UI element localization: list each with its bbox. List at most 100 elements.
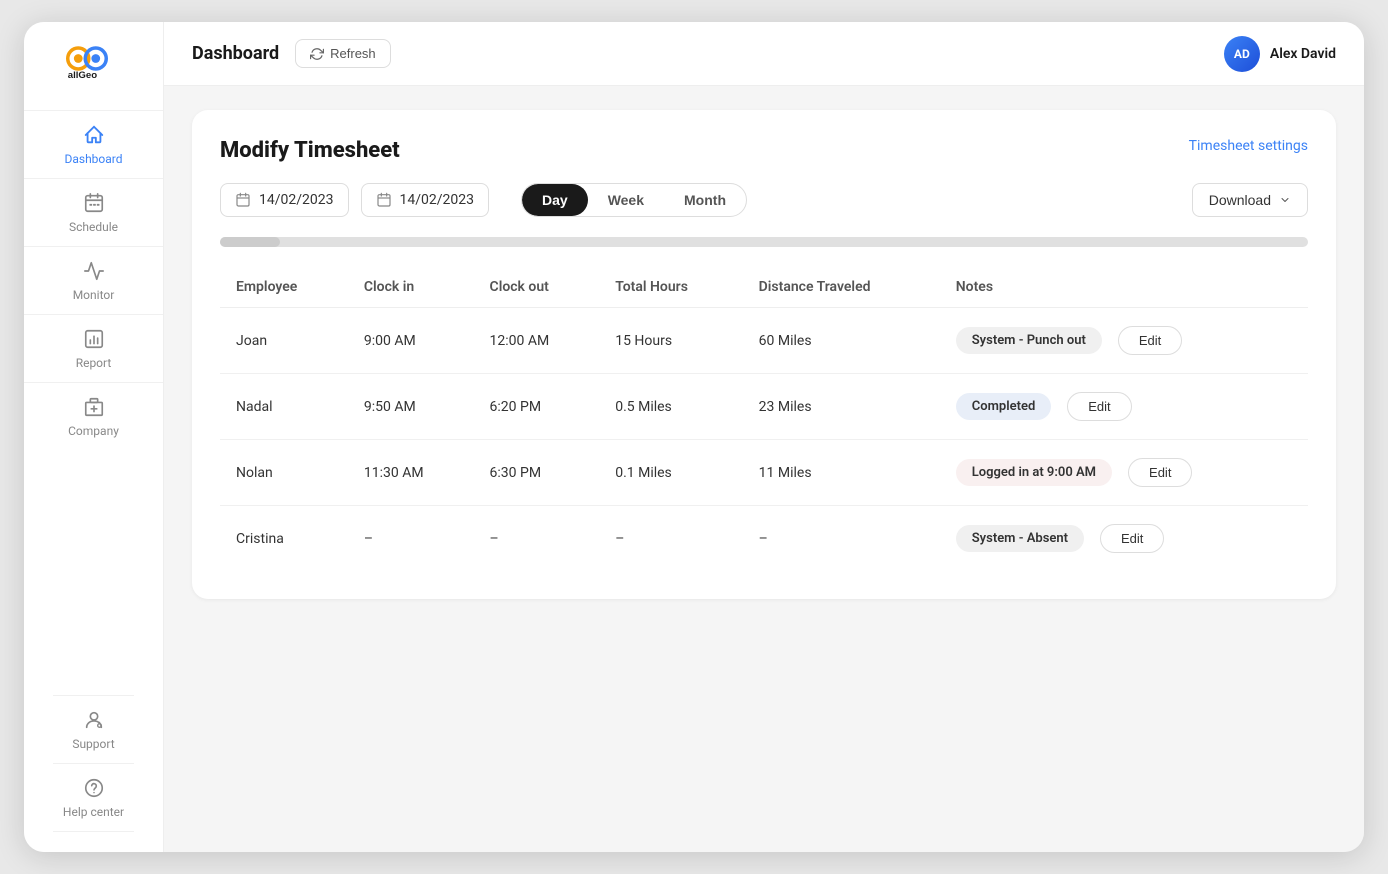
page-body: Modify Timesheet Timesheet settings 14/0… xyxy=(164,86,1364,852)
download-button[interactable]: Download xyxy=(1192,183,1308,217)
page-header: Modify Timesheet Timesheet settings xyxy=(220,138,1308,163)
logo-icon: allGeo xyxy=(59,42,129,82)
sidebar-item-monitor-label: Monitor xyxy=(73,288,115,302)
schedule-icon xyxy=(82,191,106,215)
sidebar-item-report-label: Report xyxy=(76,356,112,370)
note-badge-0: System - Punch out xyxy=(956,327,1102,354)
cell-clock-out-2: 6:30 PM xyxy=(474,440,600,506)
notes-cell-1: Completed Edit xyxy=(956,392,1292,421)
table-row: Cristina – – – – System - Absent Edit xyxy=(220,506,1308,572)
timesheet-settings-link[interactable]: Timesheet settings xyxy=(1189,138,1308,154)
cell-clock-in-2: 11:30 AM xyxy=(348,440,474,506)
table-row: Nolan 11:30 AM 6:30 PM 0.1 Miles 11 Mile… xyxy=(220,440,1308,506)
note-badge-3: System - Absent xyxy=(956,525,1084,552)
cell-distance-3: – xyxy=(743,506,940,572)
col-distance: Distance Traveled xyxy=(743,267,940,308)
table-row: Joan 9:00 AM 12:00 AM 15 Hours 60 Miles … xyxy=(220,308,1308,374)
page-title: Modify Timesheet xyxy=(220,138,400,163)
date-to-value: 14/02/2023 xyxy=(400,192,475,208)
edit-button-2[interactable]: Edit xyxy=(1128,458,1192,487)
table-body: Joan 9:00 AM 12:00 AM 15 Hours 60 Miles … xyxy=(220,308,1308,572)
cell-notes-1: Completed Edit xyxy=(940,374,1308,440)
period-toggle: Day Week Month xyxy=(521,183,747,217)
header: Dashboard Refresh AD Alex David xyxy=(164,22,1364,86)
app-container: allGeo Dashboard xyxy=(24,22,1364,852)
cell-total-hours-0: 15 Hours xyxy=(599,308,742,374)
cell-distance-2: 11 Miles xyxy=(743,440,940,506)
cell-clock-in-3: – xyxy=(348,506,474,572)
refresh-label: Refresh xyxy=(330,46,376,61)
col-notes: Notes xyxy=(940,267,1308,308)
sidebar-bottom: Support Help center xyxy=(53,695,134,832)
sidebar-item-dashboard[interactable]: Dashboard xyxy=(24,110,163,178)
cell-distance-1: 23 Miles xyxy=(743,374,940,440)
col-clock-out: Clock out xyxy=(474,267,600,308)
cell-clock-out-0: 12:00 AM xyxy=(474,308,600,374)
table-header: Employee Clock in Clock out Total Hours … xyxy=(220,267,1308,308)
company-icon xyxy=(82,395,106,419)
sidebar-item-schedule[interactable]: Schedule xyxy=(24,178,163,246)
date-from-input[interactable]: 14/02/2023 xyxy=(220,183,349,217)
sidebar: allGeo Dashboard xyxy=(24,22,164,852)
help-icon xyxy=(82,776,106,800)
col-total-hours: Total Hours xyxy=(599,267,742,308)
sidebar-item-monitor[interactable]: Monitor xyxy=(24,246,163,314)
monitor-icon xyxy=(82,259,106,283)
user-name: Alex David xyxy=(1270,46,1336,62)
refresh-button[interactable]: Refresh xyxy=(295,39,391,68)
sidebar-item-support-label: Support xyxy=(72,737,114,751)
period-week-button[interactable]: Week xyxy=(588,184,664,216)
logo: allGeo xyxy=(49,42,139,86)
notes-cell-2: Logged in at 9:00 AM Edit xyxy=(956,458,1292,487)
cell-clock-in-0: 9:00 AM xyxy=(348,308,474,374)
cell-notes-0: System - Punch out Edit xyxy=(940,308,1308,374)
calendar-to-icon xyxy=(376,192,392,208)
col-clock-in: Clock in xyxy=(348,267,474,308)
controls-row: 14/02/2023 14/02/2023 Day Week xyxy=(220,183,1308,217)
note-badge-1: Completed xyxy=(956,393,1052,420)
notes-cell-0: System - Punch out Edit xyxy=(956,326,1292,355)
scroll-thumb xyxy=(220,237,280,247)
sidebar-item-schedule-label: Schedule xyxy=(69,220,118,234)
sidebar-item-company[interactable]: Company xyxy=(24,382,163,450)
chevron-down-icon xyxy=(1279,194,1291,206)
page-card: Modify Timesheet Timesheet settings 14/0… xyxy=(192,110,1336,599)
edit-button-0[interactable]: Edit xyxy=(1118,326,1182,355)
svg-text:allGeo: allGeo xyxy=(67,70,97,81)
date-from-value: 14/02/2023 xyxy=(259,192,334,208)
timesheet-table: Employee Clock in Clock out Total Hours … xyxy=(220,267,1308,571)
calendar-from-icon xyxy=(235,192,251,208)
cell-distance-0: 60 Miles xyxy=(743,308,940,374)
user-initials: AD xyxy=(1234,47,1250,61)
cell-employee-0: Joan xyxy=(220,308,348,374)
cell-employee-2: Nolan xyxy=(220,440,348,506)
report-icon xyxy=(82,327,106,351)
cell-notes-2: Logged in at 9:00 AM Edit xyxy=(940,440,1308,506)
scroll-track xyxy=(220,237,1308,247)
cell-notes-3: System - Absent Edit xyxy=(940,506,1308,572)
user-avatar: AD xyxy=(1224,36,1260,72)
cell-total-hours-1: 0.5 Miles xyxy=(599,374,742,440)
sidebar-item-company-label: Company xyxy=(68,424,119,438)
cell-employee-3: Cristina xyxy=(220,506,348,572)
notes-cell-3: System - Absent Edit xyxy=(956,524,1292,553)
edit-button-1[interactable]: Edit xyxy=(1067,392,1131,421)
header-title: Dashboard xyxy=(192,43,279,64)
sidebar-item-report[interactable]: Report xyxy=(24,314,163,382)
download-label: Download xyxy=(1209,192,1271,208)
sidebar-item-help[interactable]: Help center xyxy=(53,763,134,832)
cell-employee-1: Nadal xyxy=(220,374,348,440)
sidebar-item-help-label: Help center xyxy=(63,805,124,819)
period-day-button[interactable]: Day xyxy=(522,184,588,216)
main-content: Dashboard Refresh AD Alex David xyxy=(164,22,1364,852)
date-to-input[interactable]: 14/02/2023 xyxy=(361,183,490,217)
refresh-icon xyxy=(310,47,324,61)
edit-button-3[interactable]: Edit xyxy=(1100,524,1164,553)
user-badge: AD Alex David xyxy=(1224,36,1336,72)
cell-total-hours-3: – xyxy=(599,506,742,572)
period-month-button[interactable]: Month xyxy=(664,184,746,216)
note-badge-2: Logged in at 9:00 AM xyxy=(956,459,1112,486)
sidebar-item-support[interactable]: Support xyxy=(53,695,134,763)
cell-clock-out-3: – xyxy=(474,506,600,572)
home-icon xyxy=(82,123,106,147)
